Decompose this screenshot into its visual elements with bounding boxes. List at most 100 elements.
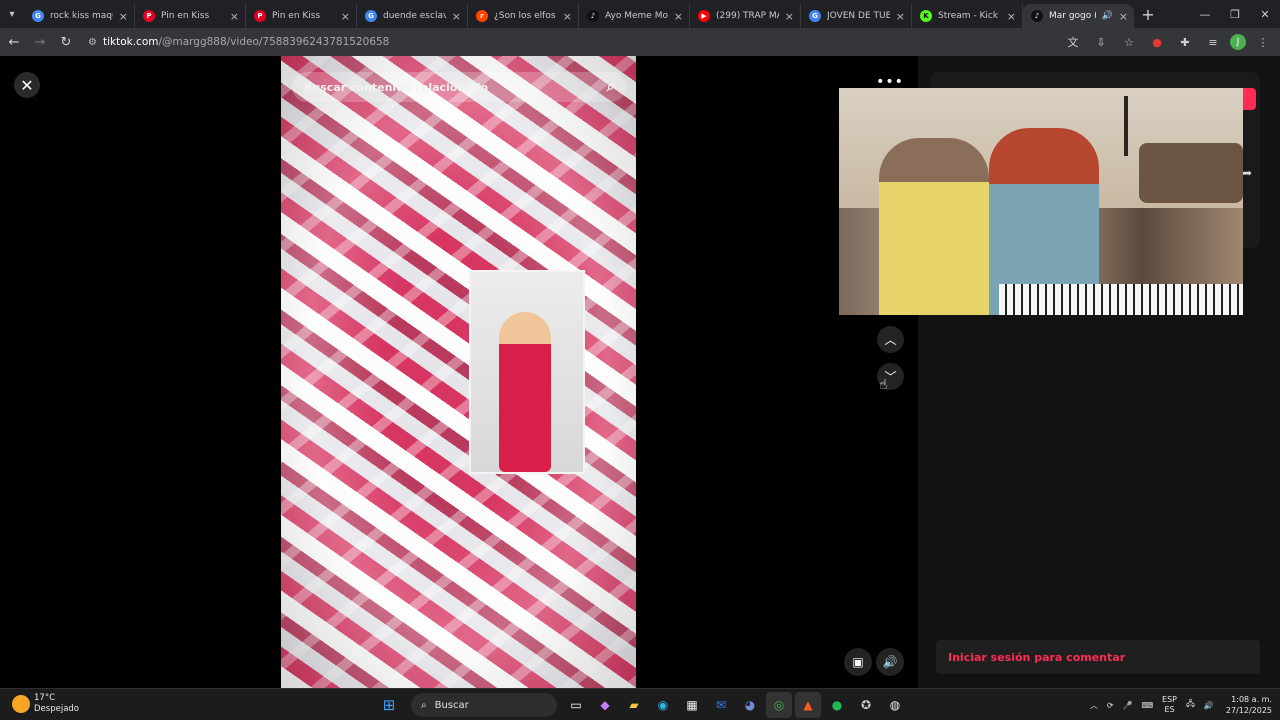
tab-6[interactable]: ▶ (299) TRAP MAN × bbox=[690, 4, 801, 28]
tab-4[interactable]: r ¿Son los elfos se × bbox=[468, 4, 579, 28]
pip-sofa bbox=[1139, 143, 1243, 203]
extensions-icon[interactable]: ✚ bbox=[1174, 31, 1196, 53]
discord-icon[interactable]: ◕ bbox=[737, 692, 763, 718]
tab-title: Ayo Meme Mome bbox=[605, 11, 668, 21]
back-icon[interactable]: ← bbox=[2, 30, 26, 54]
hand-cursor-icon: ☝ bbox=[879, 377, 888, 393]
lang-top: ESP bbox=[1162, 695, 1177, 704]
share-icon[interactable]: ➦ bbox=[1242, 166, 1252, 180]
search-icon[interactable]: ⌕ bbox=[607, 80, 614, 95]
tiktok-video-page: ✕ Buscar contenido relacionado ⌕ ••• ︿ ﹀… bbox=[0, 56, 1280, 688]
tab-7[interactable]: G JOVEN DE TUERA × bbox=[801, 4, 912, 28]
address-bar[interactable]: ⚙ tiktok.com/@margg888/video/75883962437… bbox=[80, 30, 1070, 54]
pinterest-icon: P bbox=[254, 10, 266, 22]
reading-list-icon[interactable]: ≡ bbox=[1202, 31, 1224, 53]
pip-person-left bbox=[879, 138, 989, 315]
new-tab-button[interactable]: + bbox=[1134, 5, 1162, 24]
install-app-icon[interactable]: ⇩ bbox=[1090, 31, 1112, 53]
weather-desc: Despejado bbox=[34, 704, 79, 714]
taskbar-search-label: Buscar bbox=[434, 699, 469, 711]
mail-icon[interactable]: ✉ bbox=[708, 692, 734, 718]
close-tab-icon[interactable]: × bbox=[1007, 10, 1016, 23]
extension-red-icon[interactable]: ● bbox=[1146, 31, 1168, 53]
picture-in-picture-stream[interactable] bbox=[839, 88, 1243, 315]
minimize-icon[interactable]: — bbox=[1190, 0, 1220, 28]
tray-mic-icon[interactable]: 🎤 bbox=[1123, 701, 1133, 710]
windows-taskbar: 17°C Despejado ⊞ ⌕ Buscar ▭ ◆ ▰ ◉ ▦ ✉ ◕ … bbox=[0, 688, 1280, 720]
tab-strip: ▾ G rock kiss maquilla × P Pin en Kiss ×… bbox=[0, 0, 1280, 28]
tray-chevron-icon[interactable]: ︿ bbox=[1090, 700, 1098, 711]
close-tab-icon[interactable]: × bbox=[230, 10, 239, 23]
mini-player-icon[interactable]: ▣ bbox=[844, 648, 872, 676]
close-tab-icon[interactable]: × bbox=[896, 10, 905, 23]
tray-volume-icon[interactable]: 🔊 bbox=[1204, 701, 1214, 710]
toolbar-icons: 文 ⇩ ☆ ● ✚ ≡ J ⋮ bbox=[1056, 30, 1274, 54]
close-tab-icon[interactable]: × bbox=[1119, 10, 1128, 23]
spotify-icon[interactable]: ● bbox=[824, 692, 850, 718]
video-player[interactable] bbox=[281, 56, 636, 688]
close-window-icon[interactable]: ✕ bbox=[1250, 0, 1280, 28]
login-to-comment-label: Iniciar sesión para comentar bbox=[948, 650, 1126, 664]
pinterest-icon: P bbox=[143, 10, 155, 22]
close-tab-icon[interactable]: × bbox=[785, 10, 794, 23]
translate-icon[interactable]: 文 bbox=[1062, 31, 1084, 53]
close-tab-icon[interactable]: × bbox=[341, 10, 350, 23]
tab-2[interactable]: P Pin en Kiss × bbox=[246, 4, 357, 28]
profile-avatar[interactable]: J bbox=[1230, 34, 1246, 50]
taskbar-search[interactable]: ⌕ Buscar bbox=[411, 693, 557, 717]
tab-title: ¿Son los elfos se bbox=[494, 11, 557, 21]
speaker-icon[interactable]: 🔊 bbox=[1102, 11, 1113, 21]
tab-5[interactable]: ♪ Ayo Meme Mome × bbox=[579, 4, 690, 28]
store-icon[interactable]: ▦ bbox=[679, 692, 705, 718]
close-tab-icon[interactable]: × bbox=[119, 10, 128, 23]
close-tab-icon[interactable]: × bbox=[452, 10, 461, 23]
tab-3[interactable]: G duende esclavo d × bbox=[357, 4, 468, 28]
tab-title: Pin en Kiss bbox=[161, 11, 210, 21]
related-search-input[interactable]: Buscar contenido relacionado ⌕ bbox=[292, 72, 626, 102]
tray-network-icon[interactable]: 🖧 bbox=[1186, 698, 1195, 712]
language-indicator[interactable]: ESP ES bbox=[1162, 695, 1177, 715]
clock-time: 1:08 a. m. bbox=[1231, 695, 1272, 704]
steam-icon[interactable]: ✪ bbox=[853, 692, 879, 718]
task-view-icon[interactable]: ▭ bbox=[563, 692, 589, 718]
clock[interactable]: 1:08 a. m. 27/12/2025 bbox=[1226, 694, 1272, 716]
reload-icon[interactable]: ↻ bbox=[54, 30, 78, 54]
weather-temp: 17°C bbox=[34, 693, 56, 703]
window-controls: — ❐ ✕ bbox=[1190, 0, 1280, 28]
chrome-icon[interactable]: ◎ bbox=[766, 692, 792, 718]
tab-9-active[interactable]: ♪ Mar gogo (@ 🔊 × bbox=[1023, 4, 1134, 28]
login-to-comment-button[interactable]: Iniciar sesión para comentar bbox=[936, 640, 1260, 674]
tab-0[interactable]: G rock kiss maquilla × bbox=[24, 4, 135, 28]
tab-8[interactable]: K Stream - Kick Dar × bbox=[912, 4, 1023, 28]
forward-icon[interactable]: → bbox=[28, 30, 52, 54]
file-explorer-icon[interactable]: ▰ bbox=[621, 692, 647, 718]
youtube-icon: ▶ bbox=[698, 10, 710, 22]
tab-title: Stream - Kick Dar bbox=[938, 11, 1001, 21]
google-icon: G bbox=[365, 10, 377, 22]
close-video-button[interactable]: ✕ bbox=[14, 72, 40, 98]
tab-search-icon[interactable]: ▾ bbox=[0, 0, 24, 28]
menu-icon[interactable]: ⋮ bbox=[1252, 31, 1274, 53]
reddit-icon: r bbox=[476, 10, 488, 22]
tray-sync-icon[interactable]: ⟳ bbox=[1107, 701, 1114, 710]
obs-icon[interactable]: ◍ bbox=[882, 692, 908, 718]
copilot-icon[interactable]: ◆ bbox=[592, 692, 618, 718]
google-icon: G bbox=[809, 10, 821, 22]
tiktok-icon: ♪ bbox=[1031, 10, 1043, 22]
tab-title: duende esclavo d bbox=[383, 11, 446, 21]
close-tab-icon[interactable]: × bbox=[563, 10, 572, 23]
bookmark-star-icon[interactable]: ☆ bbox=[1118, 31, 1140, 53]
tray-keyboard-icon[interactable]: ⌨ bbox=[1141, 701, 1153, 710]
tab-title: Pin en Kiss bbox=[272, 11, 321, 21]
restore-icon[interactable]: ❐ bbox=[1220, 0, 1250, 28]
previous-video-button[interactable]: ︿ bbox=[877, 326, 904, 353]
weather-widget[interactable]: 17°C Despejado bbox=[12, 693, 79, 715]
site-info-icon[interactable]: ⚙ bbox=[88, 37, 97, 48]
close-tab-icon[interactable]: × bbox=[674, 10, 683, 23]
volume-icon[interactable]: 🔊 bbox=[876, 648, 904, 676]
start-windows-icon[interactable]: ⊞ bbox=[376, 692, 402, 718]
edge-icon[interactable]: ◉ bbox=[650, 692, 676, 718]
app-red-icon[interactable]: ▲ bbox=[795, 692, 821, 718]
tab-1[interactable]: P Pin en Kiss × bbox=[135, 4, 246, 28]
tab-title: JOVEN DE TUERA bbox=[827, 11, 890, 21]
